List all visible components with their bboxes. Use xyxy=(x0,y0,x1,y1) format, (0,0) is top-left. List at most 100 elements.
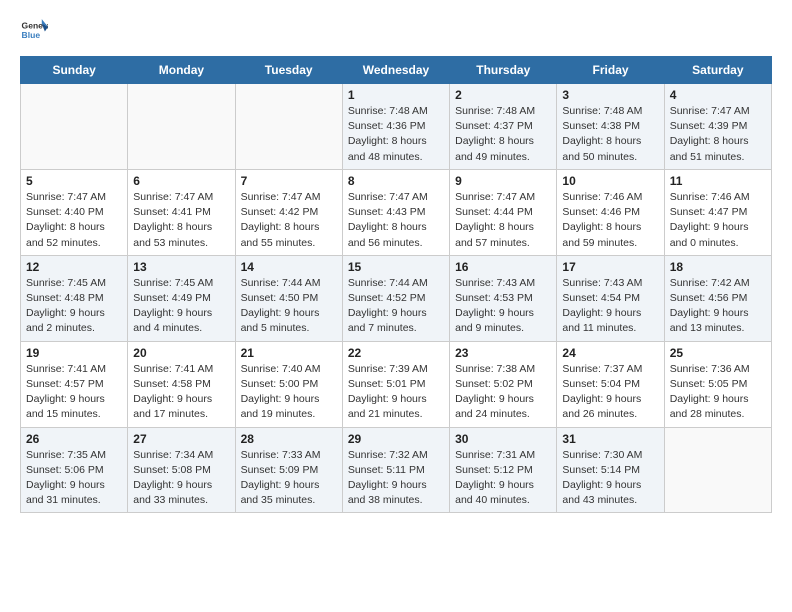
day-number: 11 xyxy=(670,174,766,188)
day-number: 25 xyxy=(670,346,766,360)
weekday-header-monday: Monday xyxy=(128,57,235,84)
day-info: Sunrise: 7:37 AM Sunset: 5:04 PM Dayligh… xyxy=(562,362,658,423)
day-number: 12 xyxy=(26,260,122,274)
day-cell: 25 Sunrise: 7:36 AM Sunset: 5:05 PM Dayli… xyxy=(664,341,771,427)
day-info: Sunrise: 7:41 AM Sunset: 4:57 PM Dayligh… xyxy=(26,362,122,423)
day-cell: 30 Sunrise: 7:31 AM Sunset: 5:12 PM Dayli… xyxy=(450,427,557,513)
week-row-2: 5 Sunrise: 7:47 AM Sunset: 4:40 PM Daylig… xyxy=(21,169,772,255)
day-cell: 27 Sunrise: 7:34 AM Sunset: 5:08 PM Dayli… xyxy=(128,427,235,513)
day-info: Sunrise: 7:47 AM Sunset: 4:43 PM Dayligh… xyxy=(348,190,444,251)
day-cell xyxy=(235,84,342,170)
weekday-header-sunday: Sunday xyxy=(21,57,128,84)
day-cell: 10 Sunrise: 7:46 AM Sunset: 4:46 PM Dayli… xyxy=(557,169,664,255)
weekday-header-wednesday: Wednesday xyxy=(342,57,449,84)
weekday-header-tuesday: Tuesday xyxy=(235,57,342,84)
day-info: Sunrise: 7:35 AM Sunset: 5:06 PM Dayligh… xyxy=(26,448,122,509)
calendar-table: SundayMondayTuesdayWednesdayThursdayFrid… xyxy=(20,56,772,513)
day-number: 9 xyxy=(455,174,551,188)
day-info: Sunrise: 7:41 AM Sunset: 4:58 PM Dayligh… xyxy=(133,362,229,423)
day-cell: 18 Sunrise: 7:42 AM Sunset: 4:56 PM Dayli… xyxy=(664,255,771,341)
day-cell: 7 Sunrise: 7:47 AM Sunset: 4:42 PM Daylig… xyxy=(235,169,342,255)
day-info: Sunrise: 7:44 AM Sunset: 4:50 PM Dayligh… xyxy=(241,276,337,337)
day-number: 6 xyxy=(133,174,229,188)
day-cell: 23 Sunrise: 7:38 AM Sunset: 5:02 PM Dayli… xyxy=(450,341,557,427)
logo-icon: General Blue xyxy=(20,16,48,44)
day-number: 17 xyxy=(562,260,658,274)
logo: General Blue xyxy=(20,16,52,44)
weekday-header-thursday: Thursday xyxy=(450,57,557,84)
day-cell xyxy=(21,84,128,170)
day-cell: 9Sunrise: 7:47 AM Sunset: 4:44 PM Daylig… xyxy=(450,169,557,255)
day-info: Sunrise: 7:47 AM Sunset: 4:41 PM Dayligh… xyxy=(133,190,229,251)
day-number: 15 xyxy=(348,260,444,274)
day-number: 24 xyxy=(562,346,658,360)
day-number: 29 xyxy=(348,432,444,446)
day-number: 21 xyxy=(241,346,337,360)
day-cell: 22 Sunrise: 7:39 AM Sunset: 5:01 PM Dayli… xyxy=(342,341,449,427)
day-info: Sunrise: 7:31 AM Sunset: 5:12 PM Dayligh… xyxy=(455,448,551,509)
weekday-header-saturday: Saturday xyxy=(664,57,771,84)
day-number: 28 xyxy=(241,432,337,446)
day-cell: 29Sunrise: 7:32 AM Sunset: 5:11 PM Dayli… xyxy=(342,427,449,513)
day-number: 8 xyxy=(348,174,444,188)
day-info: Sunrise: 7:34 AM Sunset: 5:08 PM Dayligh… xyxy=(133,448,229,509)
day-info: Sunrise: 7:36 AM Sunset: 5:05 PM Dayligh… xyxy=(670,362,766,423)
day-info: Sunrise: 7:48 AM Sunset: 4:36 PM Dayligh… xyxy=(348,104,444,165)
day-number: 18 xyxy=(670,260,766,274)
day-number: 16 xyxy=(455,260,551,274)
day-cell: 4 Sunrise: 7:47 AM Sunset: 4:39 PM Daylig… xyxy=(664,84,771,170)
day-info: Sunrise: 7:38 AM Sunset: 5:02 PM Dayligh… xyxy=(455,362,551,423)
day-cell: 5 Sunrise: 7:47 AM Sunset: 4:40 PM Daylig… xyxy=(21,169,128,255)
day-info: Sunrise: 7:46 AM Sunset: 4:46 PM Dayligh… xyxy=(562,190,658,251)
day-number: 4 xyxy=(670,88,766,102)
day-info: Sunrise: 7:45 AM Sunset: 4:49 PM Dayligh… xyxy=(133,276,229,337)
day-info: Sunrise: 7:47 AM Sunset: 4:42 PM Dayligh… xyxy=(241,190,337,251)
day-cell: 1 Sunrise: 7:48 AM Sunset: 4:36 PM Daylig… xyxy=(342,84,449,170)
day-number: 13 xyxy=(133,260,229,274)
day-cell xyxy=(128,84,235,170)
day-number: 23 xyxy=(455,346,551,360)
day-cell: 6 Sunrise: 7:47 AM Sunset: 4:41 PM Daylig… xyxy=(128,169,235,255)
day-info: Sunrise: 7:30 AM Sunset: 5:14 PM Dayligh… xyxy=(562,448,658,509)
day-cell: 2Sunrise: 7:48 AM Sunset: 4:37 PM Daylig… xyxy=(450,84,557,170)
day-cell: 19 Sunrise: 7:41 AM Sunset: 4:57 PM Dayli… xyxy=(21,341,128,427)
day-number: 14 xyxy=(241,260,337,274)
day-number: 1 xyxy=(348,88,444,102)
day-cell: 17 Sunrise: 7:43 AM Sunset: 4:54 PM Dayli… xyxy=(557,255,664,341)
day-number: 5 xyxy=(26,174,122,188)
day-cell: 13 Sunrise: 7:45 AM Sunset: 4:49 PM Dayli… xyxy=(128,255,235,341)
day-cell: 15 Sunrise: 7:44 AM Sunset: 4:52 PM Dayli… xyxy=(342,255,449,341)
day-number: 7 xyxy=(241,174,337,188)
day-info: Sunrise: 7:43 AM Sunset: 4:54 PM Dayligh… xyxy=(562,276,658,337)
day-info: Sunrise: 7:42 AM Sunset: 4:56 PM Dayligh… xyxy=(670,276,766,337)
day-info: Sunrise: 7:43 AM Sunset: 4:53 PM Dayligh… xyxy=(455,276,551,337)
day-info: Sunrise: 7:48 AM Sunset: 4:37 PM Dayligh… xyxy=(455,104,551,165)
day-number: 19 xyxy=(26,346,122,360)
day-info: Sunrise: 7:33 AM Sunset: 5:09 PM Dayligh… xyxy=(241,448,337,509)
day-info: Sunrise: 7:44 AM Sunset: 4:52 PM Dayligh… xyxy=(348,276,444,337)
day-number: 30 xyxy=(455,432,551,446)
weekday-header-row: SundayMondayTuesdayWednesdayThursdayFrid… xyxy=(21,57,772,84)
day-number: 27 xyxy=(133,432,229,446)
day-info: Sunrise: 7:46 AM Sunset: 4:47 PM Dayligh… xyxy=(670,190,766,251)
day-cell: 21 Sunrise: 7:40 AM Sunset: 5:00 PM Dayli… xyxy=(235,341,342,427)
day-info: Sunrise: 7:40 AM Sunset: 5:00 PM Dayligh… xyxy=(241,362,337,423)
day-number: 3 xyxy=(562,88,658,102)
day-cell: 16 Sunrise: 7:43 AM Sunset: 4:53 PM Dayli… xyxy=(450,255,557,341)
day-cell: 11 Sunrise: 7:46 AM Sunset: 4:47 PM Dayli… xyxy=(664,169,771,255)
week-row-4: 19 Sunrise: 7:41 AM Sunset: 4:57 PM Dayli… xyxy=(21,341,772,427)
day-cell: 12 Sunrise: 7:45 AM Sunset: 4:48 PM Dayli… xyxy=(21,255,128,341)
day-number: 26 xyxy=(26,432,122,446)
day-info: Sunrise: 7:45 AM Sunset: 4:48 PM Dayligh… xyxy=(26,276,122,337)
day-cell: 31 Sunrise: 7:30 AM Sunset: 5:14 PM Dayli… xyxy=(557,427,664,513)
day-info: Sunrise: 7:47 AM Sunset: 4:39 PM Dayligh… xyxy=(670,104,766,165)
day-info: Sunrise: 7:39 AM Sunset: 5:01 PM Dayligh… xyxy=(348,362,444,423)
week-row-5: 26 Sunrise: 7:35 AM Sunset: 5:06 PM Dayli… xyxy=(21,427,772,513)
day-number: 10 xyxy=(562,174,658,188)
day-number: 31 xyxy=(562,432,658,446)
day-info: Sunrise: 7:47 AM Sunset: 4:40 PM Dayligh… xyxy=(26,190,122,251)
day-number: 22 xyxy=(348,346,444,360)
day-info: Sunrise: 7:48 AM Sunset: 4:38 PM Dayligh… xyxy=(562,104,658,165)
weekday-header-friday: Friday xyxy=(557,57,664,84)
day-cell: 14 Sunrise: 7:44 AM Sunset: 4:50 PM Dayli… xyxy=(235,255,342,341)
